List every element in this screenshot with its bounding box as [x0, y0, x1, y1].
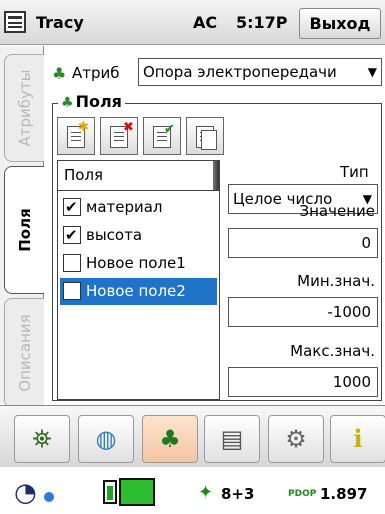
list-item[interactable]: Новое поле1 — [60, 250, 217, 277]
survey-icon: ⛯ — [32, 425, 52, 453]
max-value-input[interactable]: 1000 — [228, 367, 378, 397]
info-icon: i — [353, 424, 363, 453]
check-field-button[interactable]: ✔ — [143, 117, 181, 155]
power-status: AC — [193, 13, 218, 32]
satellite-icon: ✦ — [198, 482, 214, 503]
list-item[interactable]: высота — [60, 222, 217, 249]
pdop-label: PDOP — [288, 489, 317, 499]
app-title: Tracy — [36, 13, 84, 32]
bluetooth-icon — [44, 492, 54, 502]
field-checkbox[interactable] — [63, 194, 81, 221]
checkmark-icon: ✔ — [164, 122, 175, 137]
delete-field-button[interactable]: ✖ — [100, 117, 138, 155]
list-item-label: высота — [86, 226, 143, 244]
list-item-selected[interactable]: Новое поле2 — [60, 278, 217, 305]
tab-attributes-label: Атрибуты — [15, 69, 34, 147]
globe-icon: ◍ — [95, 425, 117, 453]
tab-attributes[interactable]: Атрибуты — [4, 54, 44, 162]
pdop-value: 1.897 — [320, 485, 368, 503]
document-icon: ▤ — [220, 425, 244, 453]
tab-descriptions[interactable]: Описания — [4, 298, 44, 408]
add-field-button[interactable]: ✱ — [57, 117, 95, 155]
device-battery-icon — [119, 478, 155, 506]
value-input[interactable]: 0 — [228, 228, 378, 258]
type-label: Тип — [340, 163, 369, 181]
fields-group-title: ♣ Поля — [58, 92, 125, 111]
attribute-tree-icon: ♣ — [52, 64, 67, 83]
data-button[interactable]: ▤ — [204, 415, 260, 463]
tab-fields[interactable]: Поля — [4, 166, 44, 294]
field-checkbox[interactable] — [63, 282, 81, 300]
settings-button[interactable]: ⚙ — [268, 415, 324, 463]
list-item-label: материал — [86, 198, 163, 216]
start-menu-icon[interactable] — [4, 11, 26, 33]
copy-field-button[interactable] — [186, 117, 224, 155]
features-button[interactable]: ♣ — [142, 415, 198, 463]
fields-list-header[interactable]: Поля — [58, 161, 219, 191]
attribute-select-value: Опора электропередачи — [143, 63, 337, 81]
list-item-label: Новое поле1 — [86, 254, 186, 272]
clock: 5:17P — [236, 13, 288, 32]
attribute-select[interactable]: Опора электропередачи ▼ — [138, 58, 382, 86]
value-label: Значение — [299, 202, 376, 220]
tab-descriptions-label: Описания — [15, 314, 34, 392]
min-value-input[interactable]: -1000 — [228, 297, 378, 327]
copy-field-icon-back — [201, 130, 217, 150]
fields-list[interactable]: Поля материал высота Новое поле1 Новое п… — [57, 160, 220, 400]
field-checkbox[interactable] — [63, 222, 81, 249]
title-bar: Tracy AC 5:17P Выход — [0, 0, 385, 45]
tree-icon: ♣ — [159, 425, 181, 453]
field-checkbox[interactable] — [63, 254, 81, 272]
receiver-battery-icon — [103, 480, 117, 504]
chevron-down-icon: ▼ — [367, 65, 377, 79]
info-button[interactable]: i — [330, 415, 385, 463]
fields-group-title-text: Поля — [75, 92, 122, 111]
map-button[interactable]: ◍ — [78, 415, 134, 463]
satellite-count: 8+3 — [221, 485, 255, 503]
min-value-label: Мин.знач. — [297, 272, 375, 290]
exit-button[interactable]: Выход — [299, 8, 381, 39]
tab-fields-label: Поля — [15, 208, 34, 252]
list-item[interactable]: материал — [60, 194, 217, 221]
attribute-label: Атриб — [72, 64, 120, 82]
sparkle-icon: ✱ — [78, 120, 89, 135]
max-value-label: Макс.знач. — [290, 342, 375, 360]
tree-icon: ♣ — [61, 95, 74, 111]
survey-button[interactable]: ⛯ — [14, 415, 70, 463]
list-item-label: Новое поле2 — [86, 282, 186, 300]
vertical-tabs: Атрибуты Поля Описания — [0, 46, 44, 408]
gps-status-icon[interactable]: ◔ — [14, 478, 37, 508]
gear-icon: ⚙ — [285, 425, 307, 453]
red-x-icon: ✖ — [123, 120, 134, 135]
